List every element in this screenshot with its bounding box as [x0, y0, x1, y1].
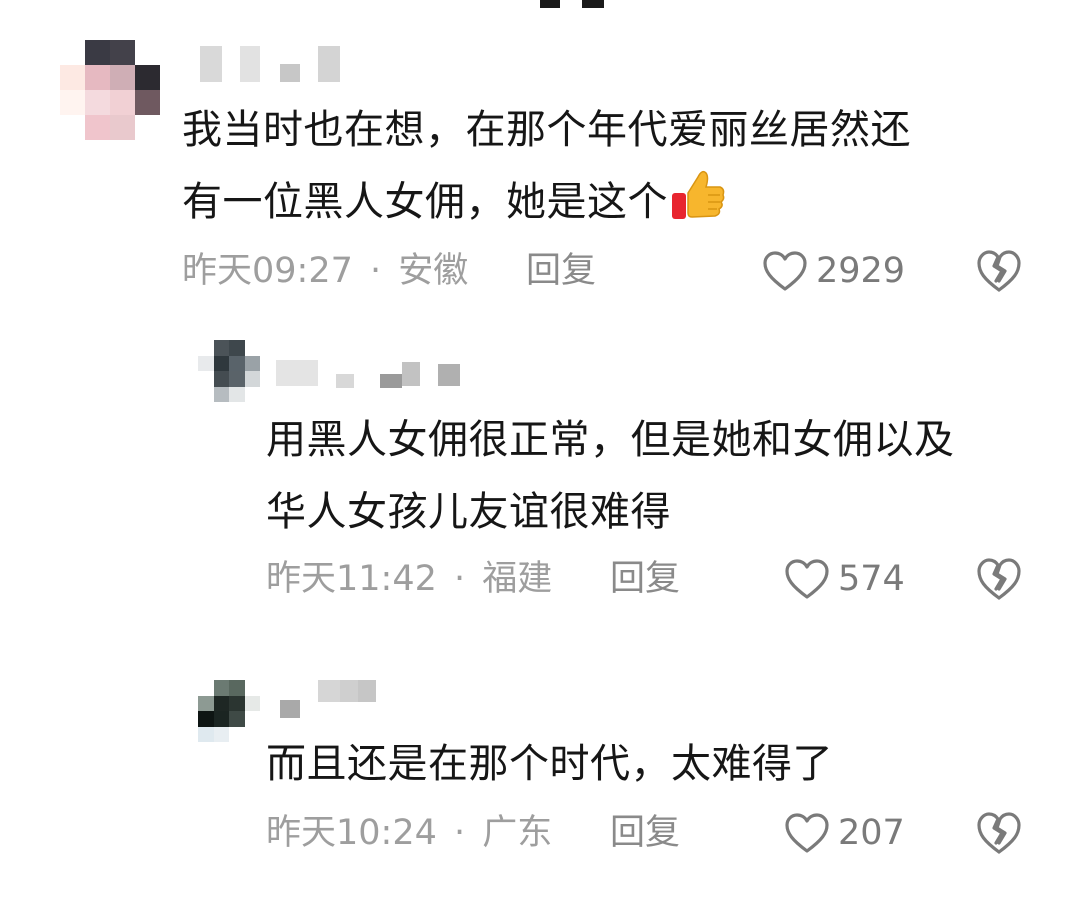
- avatar[interactable]: [198, 680, 260, 742]
- location: 安徽: [398, 251, 469, 291]
- separator-dot: ·: [454, 559, 466, 599]
- comment-text: 用黑人女佣很正常，但是她和女佣以及 华人女孩儿友谊很难得: [266, 404, 955, 548]
- comment-text-line: 我当时也在想，在那个年代爱丽丝居然还: [182, 107, 911, 153]
- thumbs-up-icon: [672, 170, 725, 219]
- heart-outline-icon: [785, 559, 829, 599]
- like-count: 2929: [816, 251, 906, 291]
- timestamp: 昨天10:24: [266, 813, 437, 853]
- location: 广东: [482, 813, 553, 853]
- like-count: 574: [838, 559, 905, 599]
- heart-outline-icon: [763, 251, 807, 291]
- comment-text-line: 而且还是在那个时代，太难得了: [266, 741, 833, 787]
- broken-heart-icon[interactable]: [976, 556, 1022, 602]
- cropped-top-fragment: [540, 0, 560, 8]
- heart-outline-icon: [785, 813, 829, 853]
- separator-dot: ·: [370, 251, 382, 291]
- username-blurred[interactable]: [200, 44, 360, 84]
- comment-meta: 昨天09:27 · 安徽: [182, 246, 468, 296]
- broken-heart-icon[interactable]: [976, 248, 1022, 294]
- avatar[interactable]: [60, 40, 160, 140]
- timestamp: 昨天11:42: [266, 559, 437, 599]
- like-button[interactable]: 574: [784, 554, 905, 604]
- comment-meta: 昨天11:42 · 福建: [266, 554, 552, 604]
- comment-text-line: 有一位黑人女佣，她是这个: [182, 166, 911, 238]
- timestamp: 昨天09:27: [182, 251, 353, 291]
- comment-text-line: 用黑人女佣很正常，但是她和女佣以及: [266, 417, 955, 463]
- like-count: 207: [838, 813, 905, 853]
- broken-heart-icon[interactable]: [976, 810, 1022, 856]
- reply-button[interactable]: 回复: [526, 246, 596, 296]
- username-blurred[interactable]: [276, 678, 386, 718]
- username-blurred[interactable]: [276, 352, 466, 392]
- reply-button[interactable]: 回复: [610, 554, 680, 604]
- comment-meta: 昨天10:24 · 广东: [266, 808, 552, 858]
- separator-dot: ·: [454, 813, 466, 853]
- cropped-top-fragment: [582, 0, 604, 8]
- avatar[interactable]: [198, 340, 260, 402]
- comment-text: 我当时也在想，在那个年代爱丽丝居然还 有一位黑人女佣，她是这个: [182, 94, 911, 238]
- like-button[interactable]: 2929: [762, 246, 905, 296]
- comment-text: 而且还是在那个时代，太难得了: [266, 728, 833, 800]
- reply-button[interactable]: 回复: [610, 808, 680, 858]
- location: 福建: [482, 559, 553, 599]
- comment-text-line: 华人女孩儿友谊很难得: [266, 489, 671, 535]
- like-button[interactable]: 207: [784, 808, 905, 858]
